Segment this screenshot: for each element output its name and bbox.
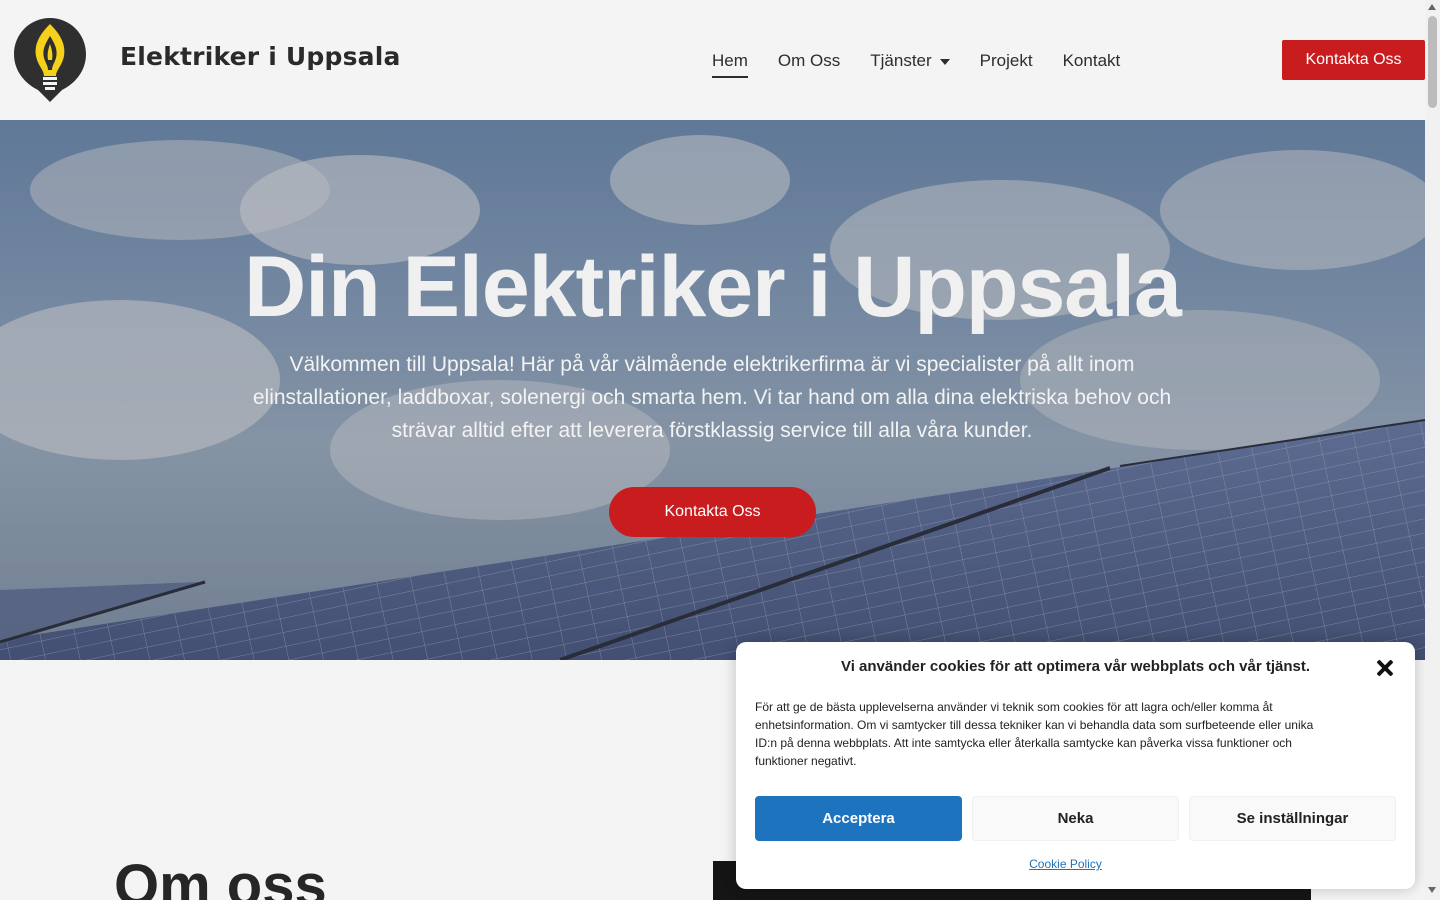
nav-item-om-oss[interactable]: Om Oss: [778, 48, 840, 74]
scroll-down-arrow-icon[interactable]: [1428, 887, 1436, 893]
hero-contact-button[interactable]: Kontakta Oss: [609, 487, 816, 537]
page: Elektriker i Uppsala Hem Om Oss Tjänster…: [0, 0, 1440, 900]
hero-description: Välkommen till Uppsala! Här på vår välmå…: [252, 353, 1172, 442]
header-contact-button[interactable]: Kontakta Oss: [1282, 40, 1425, 80]
cookie-banner-title: Vi använder cookies för att optimera vår…: [840, 658, 1311, 675]
cookie-consent-banner: Vi använder cookies för att optimera vår…: [736, 642, 1415, 889]
main-nav: Hem Om Oss Tjänster Projekt Kontakt: [712, 48, 1150, 78]
deny-cookies-button[interactable]: Neka: [972, 796, 1179, 841]
nav-item-kontakt[interactable]: Kontakt: [1063, 48, 1121, 74]
scroll-up-arrow-icon[interactable]: [1428, 4, 1436, 10]
hero-title: Din Elektriker i Uppsala: [244, 239, 1182, 335]
caret-down-icon: [939, 59, 950, 65]
cookie-banner-text: För att ge de bästa upplevelserna använd…: [755, 700, 1314, 768]
close-icon[interactable]: [1374, 658, 1396, 680]
nav-item-label: Om Oss: [777, 51, 841, 70]
nav-item-label: Tjänster: [870, 51, 932, 70]
page-scrollbar[interactable]: [1425, 0, 1440, 900]
scrollbar-thumb[interactable]: [1428, 16, 1437, 108]
site-title[interactable]: Elektriker i Uppsala: [120, 42, 401, 71]
nav-item-label: Projekt: [979, 51, 1033, 70]
about-title: Om oss: [114, 853, 327, 900]
cookie-policy-link[interactable]: Cookie Policy: [736, 857, 1395, 871]
nav-item-tjanster[interactable]: Tjänster: [870, 48, 950, 74]
nav-item-label: Kontakt: [1062, 51, 1121, 70]
nav-item-projekt[interactable]: Projekt: [980, 48, 1033, 74]
cookie-settings-button[interactable]: Se inställningar: [1189, 796, 1396, 841]
nav-item-label: Hem: [712, 51, 748, 70]
lightbulb-flame-icon[interactable]: [12, 14, 88, 104]
accept-cookies-button[interactable]: Acceptera: [755, 796, 962, 841]
hero-section: Din Elektriker i Uppsala Välkommen till …: [0, 120, 1425, 660]
nav-item-hem[interactable]: Hem: [712, 48, 748, 78]
site-header: Elektriker i Uppsala Hem Om Oss Tjänster…: [0, 0, 1425, 120]
